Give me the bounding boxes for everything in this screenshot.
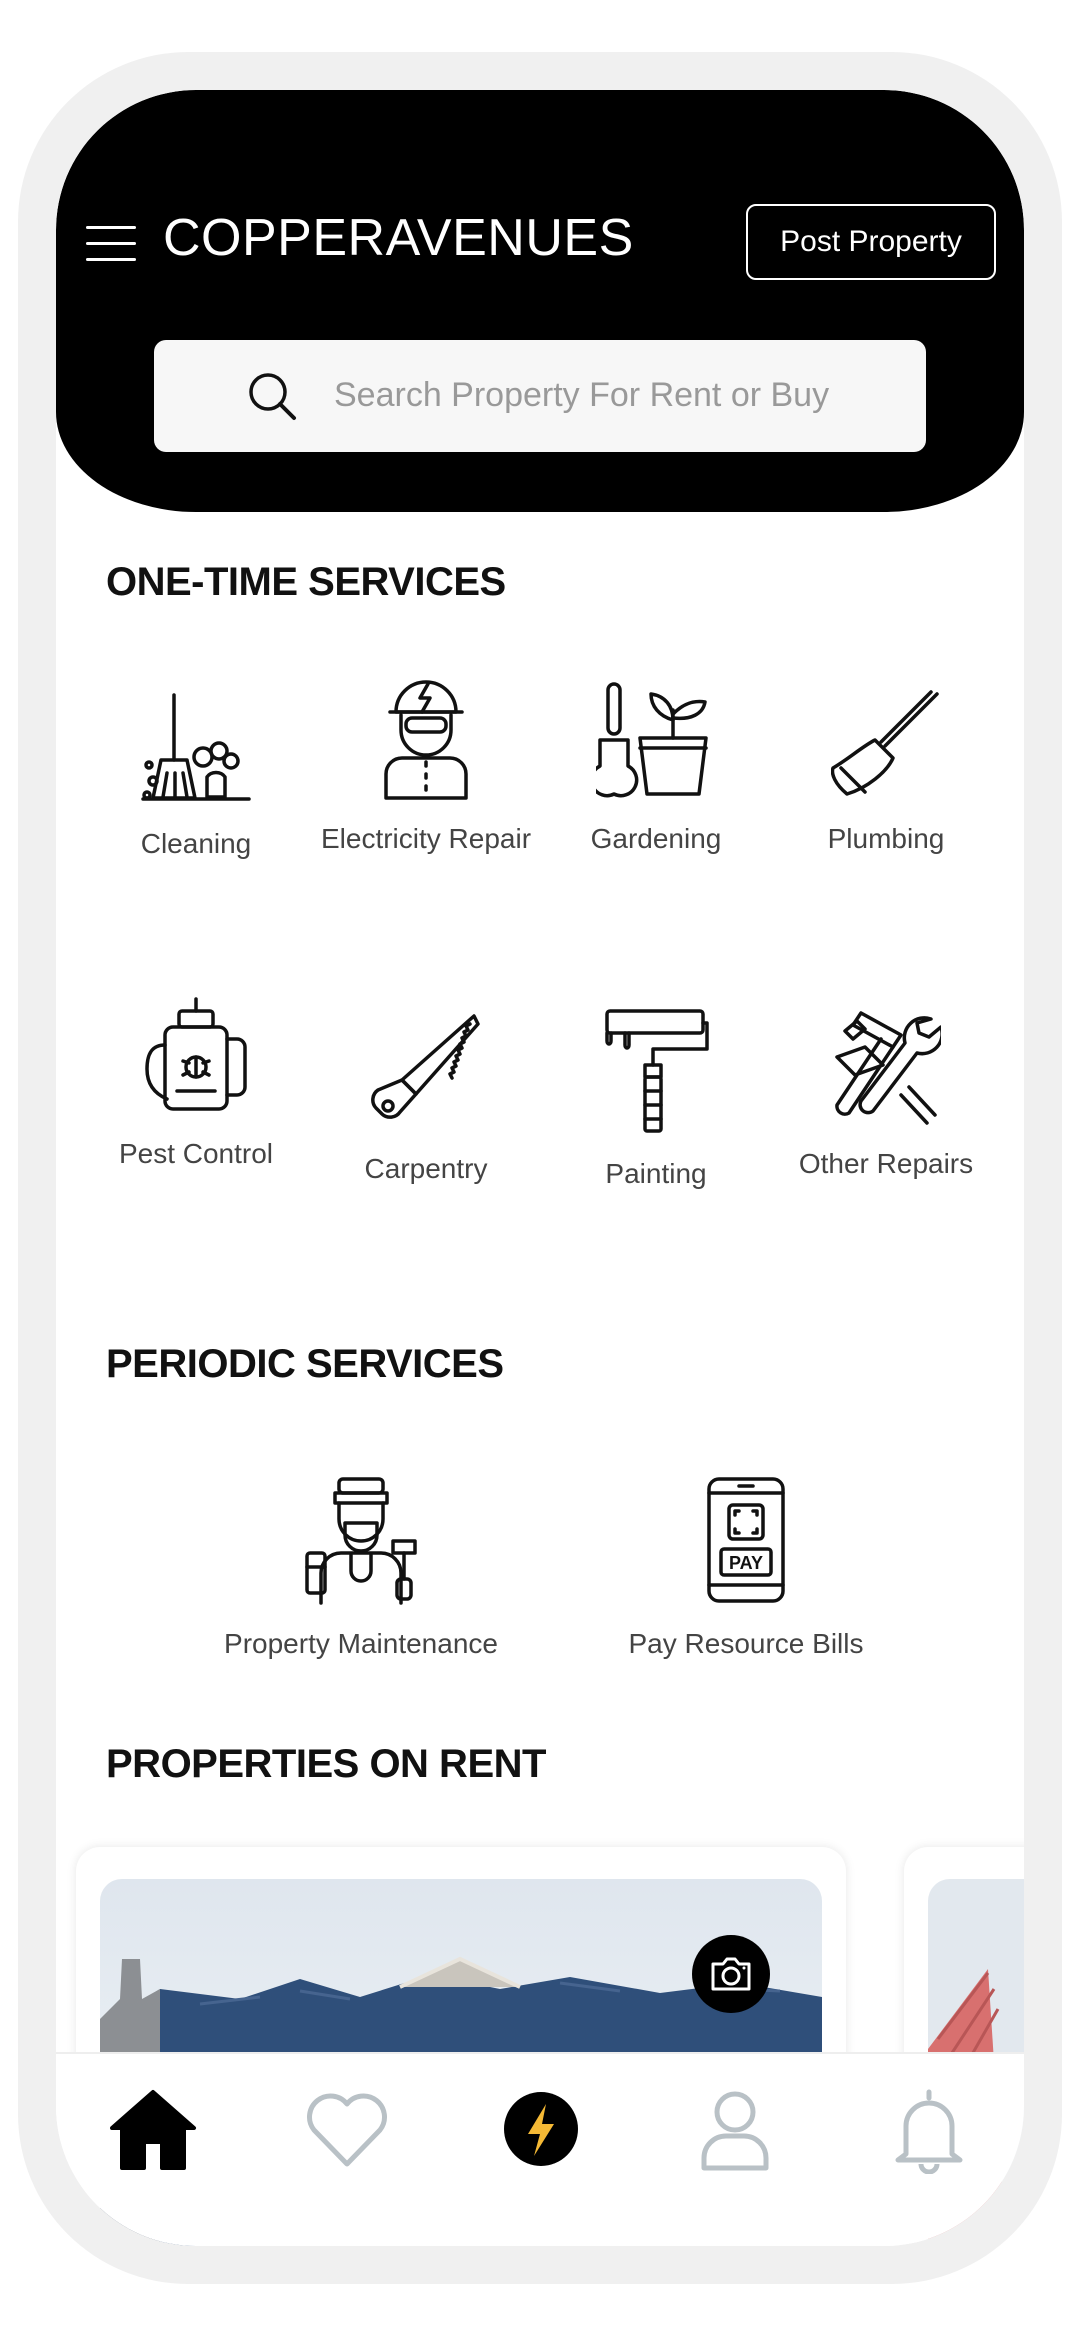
service-label: Gardening: [590, 823, 722, 854]
user-icon: [701, 2091, 769, 2171]
search-icon: [249, 373, 296, 420]
nav-notifications[interactable]: [874, 2084, 984, 2194]
nav-quick-services[interactable]: [486, 2084, 596, 2194]
nav-favorites[interactable]: [292, 2084, 402, 2194]
pest-sprayer-icon: [145, 997, 247, 1111]
heart-icon: [307, 2093, 387, 2167]
service-label: Electricity Repair: [320, 823, 532, 854]
tools-icon: [835, 1011, 941, 1125]
service-pay-resource-bills[interactable]: PAY Pay Resource Bills: [596, 1475, 896, 1661]
service-cleaning[interactable]: Cleaning: [86, 685, 306, 861]
service-pest-control[interactable]: Pest Control: [86, 995, 306, 1171]
plunger-icon: [831, 690, 939, 796]
search-input[interactable]: Search Property For Rent or Buy: [154, 340, 926, 452]
periodic-services-title: PERIODIC SERVICES: [106, 1342, 504, 1386]
maintenance-worker-icon: [305, 1477, 417, 1605]
svg-text:PAY: PAY: [729, 1553, 763, 1573]
bell-icon: [895, 2089, 963, 2174]
service-label: Carpentry: [364, 1153, 488, 1184]
app-header: COPPERAVENUES Post Property Search Prope…: [56, 90, 1024, 512]
service-label: Property Maintenance: [224, 1628, 498, 1659]
camera-icon[interactable]: [692, 1935, 770, 2013]
service-property-maintenance[interactable]: Property Maintenance: [206, 1475, 516, 1661]
service-plumbing[interactable]: Plumbing: [776, 690, 996, 856]
cleaning-icon: [141, 693, 251, 801]
service-gardening[interactable]: Gardening: [546, 680, 766, 856]
electrician-icon: [384, 680, 468, 800]
service-carpentry[interactable]: Carpentry: [316, 1010, 536, 1186]
service-label: Plumbing: [827, 823, 945, 854]
service-other-repairs[interactable]: Other Repairs: [776, 1005, 996, 1181]
service-electricity-repair[interactable]: Electricity Repair: [316, 670, 536, 856]
properties-on-rent-title: PROPERTIES ON RENT: [106, 1742, 546, 1786]
service-label: Pay Resource Bills: [628, 1628, 864, 1659]
nav-home[interactable]: [98, 2084, 208, 2194]
service-label: Painting: [605, 1158, 707, 1189]
post-property-button[interactable]: Post Property: [746, 204, 996, 280]
phone-pay-icon: PAY: [707, 1477, 785, 1603]
service-painting[interactable]: Painting: [546, 1005, 766, 1191]
service-label: Other Repairs: [798, 1148, 974, 1179]
hamburger-menu-icon[interactable]: [86, 222, 136, 266]
service-label: Cleaning: [140, 828, 252, 859]
one-time-services-title: ONE-TIME SERVICES: [106, 560, 506, 604]
home-icon: [110, 2090, 196, 2170]
bottom-navigation: [56, 2052, 1024, 2246]
app-screen: COPPERAVENUES Post Property Search Prope…: [56, 90, 1024, 2246]
service-label: Pest Control: [118, 1138, 274, 1169]
gardening-icon: [596, 682, 708, 798]
brand-name: COPPERAVENUES: [163, 209, 634, 267]
nav-profile[interactable]: [680, 2084, 790, 2194]
saw-icon: [371, 1014, 480, 1119]
search-placeholder: Search Property For Rent or Buy: [334, 376, 830, 414]
paint-roller-icon: [605, 1009, 709, 1133]
lightning-icon: [504, 2092, 578, 2166]
